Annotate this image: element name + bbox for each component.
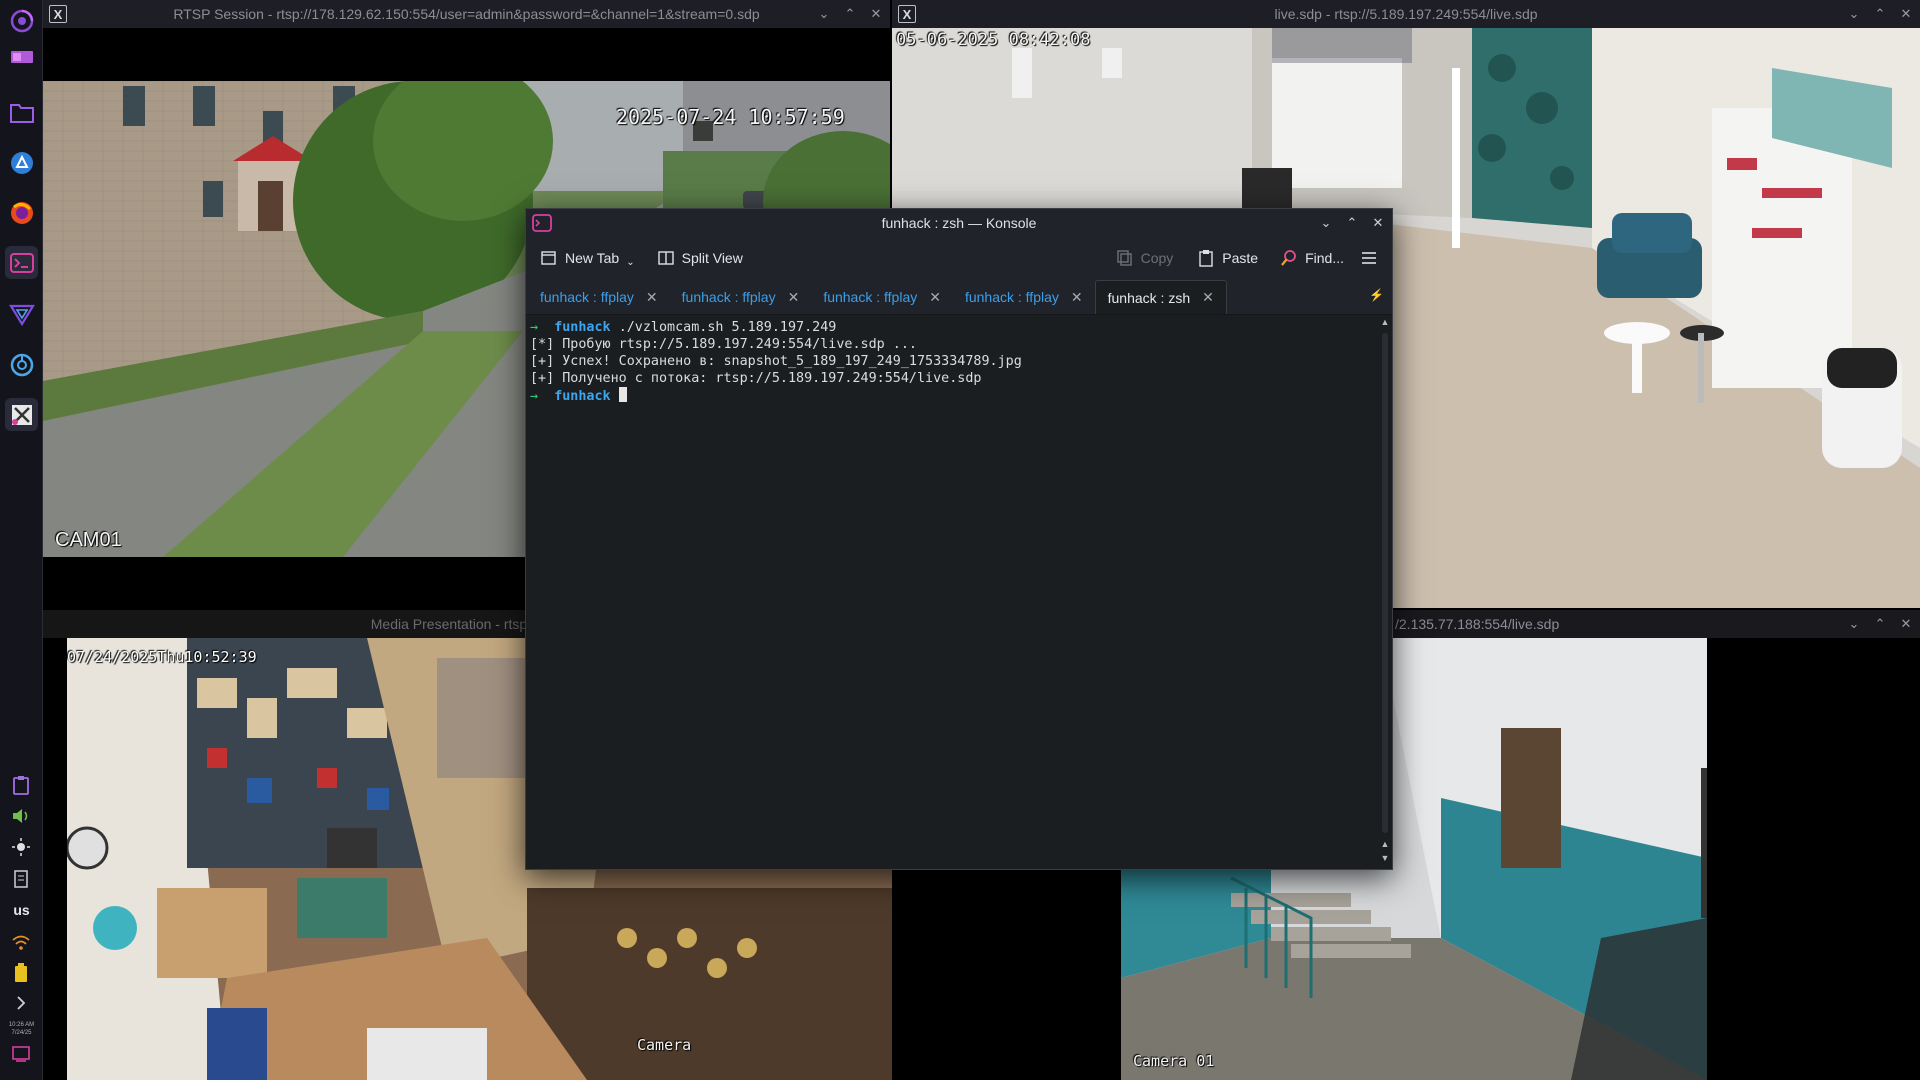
chevron-right-icon[interactable] [9, 992, 33, 1014]
minimize-button[interactable]: ⌄ [816, 6, 832, 22]
close-tab-icon[interactable]: ✕ [1071, 289, 1083, 306]
tab-zsh[interactable]: funhack : zsh ✕ [1094, 280, 1227, 314]
terminal-scrollbar[interactable]: ▲ ▲ ▼ [1378, 315, 1392, 869]
hamburger-menu-icon [1362, 252, 1376, 264]
brightness-icon[interactable] [9, 836, 33, 858]
prompt-user: funhack [554, 389, 611, 404]
keyboard-layout-indicator[interactable]: us [0, 902, 43, 918]
tab-ffplay-3[interactable]: funhack : ffplay ✕ [811, 280, 953, 314]
konsole-titlebar[interactable]: funhack : zsh — Konsole ⌄ ⌃ ✕ [526, 209, 1392, 237]
new-tab-icon [541, 251, 556, 265]
split-view-button[interactable]: Split View [649, 243, 751, 273]
copy-icon [1116, 250, 1132, 266]
konsole-toolbar: New Tab ⌄ Split View Copy Paste Find... [526, 237, 1392, 279]
osd-timestamp: 2025-07-24 10:57:59 [616, 105, 845, 129]
new-tab-button[interactable]: New Tab ⌄ [532, 243, 643, 273]
minimize-button[interactable]: ⌄ [1318, 215, 1334, 231]
osd-timestamp: 07/24/2025Thu10:52:39 [67, 648, 257, 666]
maximize-button[interactable]: ⌃ [842, 6, 858, 22]
virtual-desktops-icon[interactable] [5, 40, 38, 73]
osd-timestamp: 05-06-2025 08:42:08 [896, 30, 1091, 50]
osd-camera-label: Camera 01 [1133, 1052, 1215, 1070]
close-tab-icon[interactable]: ✕ [646, 289, 658, 306]
konsole-tabbar: funhack : ffplay ✕ funhack : ffplay ✕ fu… [526, 279, 1392, 315]
window-title: live.sdp - rtsp://5.189.197.249:554/live… [1274, 6, 1538, 22]
maximize-button[interactable]: ⌃ [1344, 215, 1360, 231]
close-tab-icon[interactable]: ✕ [788, 289, 800, 306]
volume-icon[interactable] [9, 805, 33, 827]
konsole-window[interactable]: funhack : zsh — Konsole ⌄ ⌃ ✕ New Tab ⌄ … [525, 208, 1393, 870]
find-button[interactable]: Find... [1272, 243, 1352, 273]
tab-menu-icon[interactable]: ⚡ [1369, 288, 1384, 302]
clipboard-icon[interactable] [9, 774, 33, 796]
maximize-button[interactable]: ⌃ [1872, 6, 1888, 22]
clock-date[interactable]: 7/24/25 [0, 1029, 43, 1037]
close-button[interactable]: ✕ [1370, 215, 1386, 231]
clock-time[interactable]: 10:26 AM [0, 1021, 43, 1029]
firefox-icon[interactable] [5, 196, 38, 229]
paste-icon [1199, 250, 1213, 267]
maximize-button[interactable]: ⌃ [1872, 616, 1888, 632]
terminal-command-line: → funhack ./vzlomcam.sh 5.189.197.249 [530, 319, 1374, 336]
x-app-icon: X [49, 5, 67, 23]
close-button[interactable]: ✕ [868, 6, 884, 22]
search-icon [1281, 250, 1296, 266]
tab-ffplay-4[interactable]: funhack : ffplay ✕ [953, 280, 1095, 314]
window-titlebar[interactable]: X RTSP Session - rtsp://178.129.62.150:5… [43, 0, 890, 28]
notes-icon[interactable] [9, 868, 33, 890]
scroll-up-arrow-icon[interactable]: ▲ [1380, 839, 1390, 851]
prompt-arrow: → [530, 389, 539, 404]
close-button[interactable]: ✕ [1898, 616, 1914, 632]
battery-icon[interactable] [9, 962, 33, 984]
x-app-icon: X [898, 5, 916, 23]
chevron-down-icon: ⌄ [626, 256, 635, 268]
browser-icon[interactable] [5, 348, 38, 381]
xwayland-icon[interactable] [5, 398, 38, 431]
scroll-up-arrow-icon[interactable]: ▲ [1380, 317, 1390, 329]
hamburger-menu-button[interactable] [1352, 243, 1386, 273]
terminal-command: ./vzlomcam.sh 5.189.197.249 [618, 320, 837, 335]
konsole-title: funhack : zsh — Konsole [881, 215, 1037, 231]
window-titlebar[interactable]: X live.sdp - rtsp://5.189.197.249:554/li… [892, 0, 1920, 28]
scroll-down-arrow-icon[interactable]: ▼ [1380, 853, 1390, 865]
prompt-arrow: → [530, 320, 539, 335]
konsole-icon[interactable] [5, 246, 38, 279]
terminal-output-line: [+] Успех! Сохранено в: snapshot_5_189_1… [530, 354, 1022, 369]
vpn-icon[interactable] [5, 297, 38, 330]
wifi-icon[interactable] [9, 932, 33, 954]
terminal-output-line: [*] Пробую rtsp://5.189.197.249:554/live… [530, 337, 917, 352]
close-button[interactable]: ✕ [1898, 6, 1914, 22]
terminal-cursor [618, 387, 627, 402]
app-launcher-icon[interactable] [5, 4, 38, 37]
prompt-user: funhack [554, 320, 611, 335]
osd-camera-label: Camera [637, 1036, 692, 1054]
terminal-output-line: [+] Получено с потока: rtsp://5.189.197.… [530, 371, 982, 386]
window-title: RTSP Session - rtsp://178.129.62.150:554… [173, 6, 760, 22]
terminal-output[interactable]: → funhack ./vzlomcam.sh 5.189.197.249 [*… [526, 315, 1378, 869]
window-title: /2.135.77.188:554/live.sdp [1395, 616, 1560, 632]
minimize-button[interactable]: ⌄ [1846, 616, 1862, 632]
copy-button[interactable]: Copy [1108, 243, 1182, 273]
close-tab-icon[interactable]: ✕ [1202, 289, 1214, 306]
konsole-app-icon [532, 214, 552, 232]
terminal-prompt-line: → funhack [530, 387, 1374, 405]
show-desktop-icon[interactable] [9, 1043, 33, 1065]
minimize-button[interactable]: ⌄ [1846, 6, 1862, 22]
file-manager-icon[interactable] [5, 95, 38, 128]
paste-button[interactable]: Paste [1189, 243, 1266, 273]
tab-ffplay-1[interactable]: funhack : ffplay ✕ [528, 280, 670, 314]
split-view-icon [657, 251, 674, 265]
kde-connect-icon[interactable] [5, 146, 38, 179]
left-dock: us 10:26 AM 7/24/25 [0, 0, 43, 1080]
osd-camera-label: CAM01 [55, 529, 122, 551]
close-tab-icon[interactable]: ✕ [929, 289, 941, 306]
tab-ffplay-2[interactable]: funhack : ffplay ✕ [670, 280, 812, 314]
scrollbar-track[interactable] [1382, 333, 1388, 833]
